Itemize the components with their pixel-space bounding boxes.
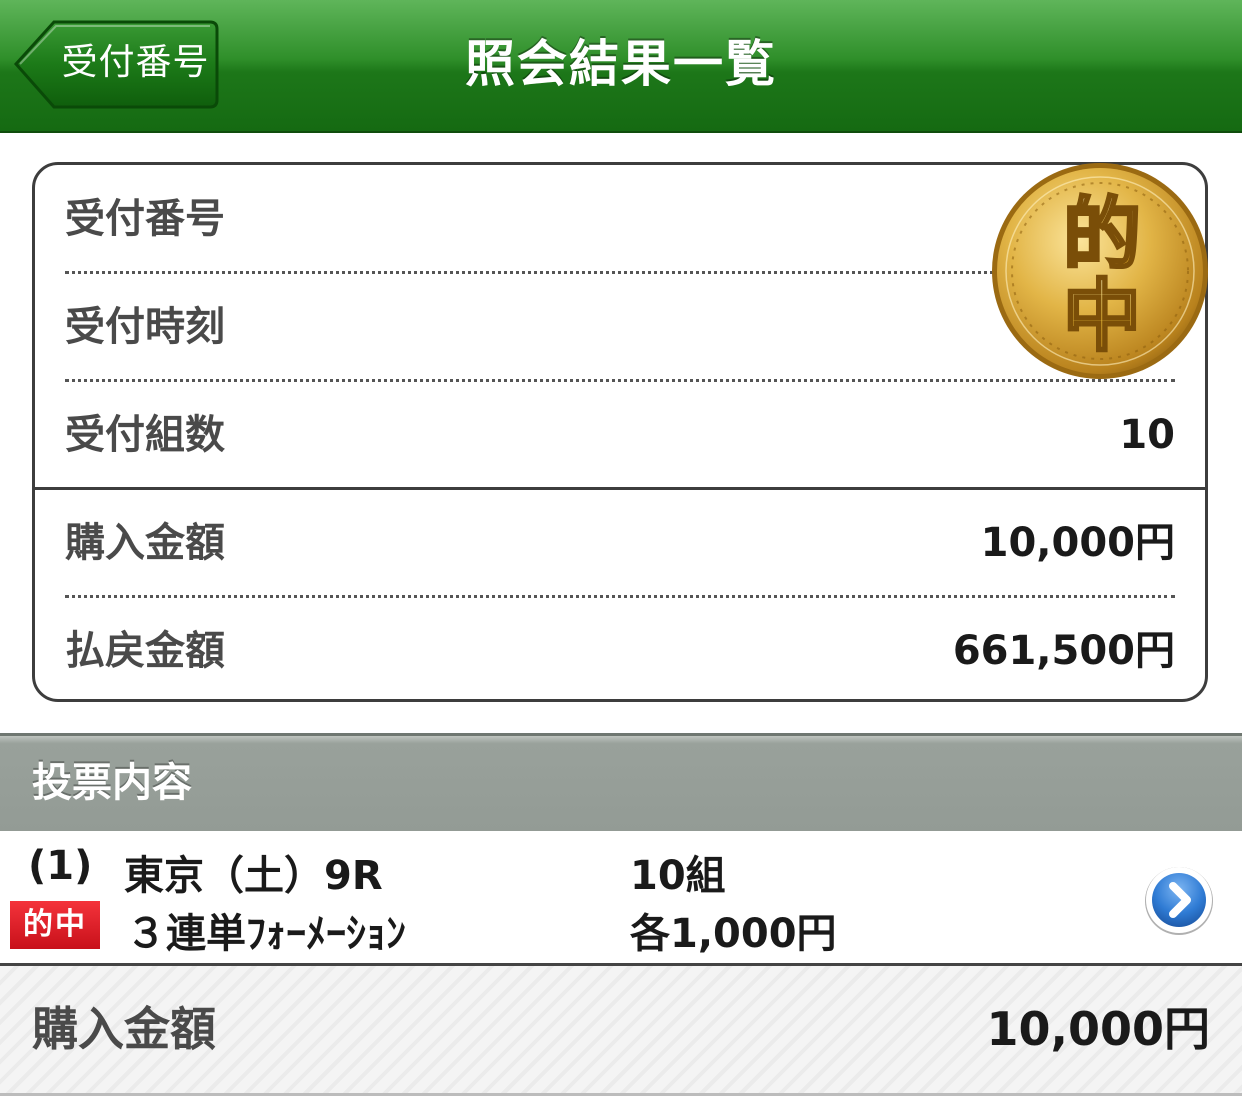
medal-text-bottom: 中 <box>1063 272 1141 362</box>
purchase-amount-label: 購入金額 <box>65 520 225 566</box>
hit-medal-icon: 的 中 <box>990 161 1210 381</box>
purchase-amount-value: 10,000円 <box>980 520 1175 566</box>
combination-count: 10組 <box>630 853 726 899</box>
bet-type: ３連単ﾌｫｰﾒｰｼｮﾝ <box>126 911 406 957</box>
payout-amount-label: 払戻金額 <box>65 628 225 674</box>
receipt-number-label: 受付番号 <box>65 196 225 242</box>
section-title: 投票内容 <box>32 760 192 806</box>
chevron-right-icon[interactable] <box>1143 864 1215 936</box>
medal-text-top: 的 <box>1063 190 1141 280</box>
combination-count-label: 受付組数 <box>65 412 225 458</box>
race-name: 東京（土）9R <box>124 853 383 899</box>
bet-index: (1) <box>28 843 93 889</box>
amount-per-combination: 各1,000円 <box>630 911 837 957</box>
total-purchase-label: 購入金額 <box>32 1002 216 1056</box>
total-purchase-value: 10,000円 <box>986 1002 1210 1056</box>
hit-badge: 的中 <box>10 901 100 949</box>
receipt-time-label: 受付時刻 <box>65 304 225 350</box>
total-purchase-row: 購入金額 10,000円 <box>0 966 1242 1096</box>
navigation-bar: 受付番号 照会結果一覧 <box>0 0 1242 133</box>
purchase-amount-row: 購入金額 10,000円 <box>35 489 1205 597</box>
payout-amount-row: 払戻金額 661,500円 <box>35 597 1205 699</box>
combination-count-row: 受付組数 10 <box>35 381 1205 489</box>
section-header: 投票内容 <box>0 733 1242 834</box>
bet-list-item[interactable]: (1) 東京（土）9R 10組 的中 ３連単ﾌｫｰﾒｰｼｮﾝ 各1,000円 <box>0 831 1242 966</box>
payout-amount-value: 661,500円 <box>952 628 1175 674</box>
page-title: 照会結果一覧 <box>465 35 777 93</box>
combination-count-value: 10 <box>1119 412 1175 458</box>
